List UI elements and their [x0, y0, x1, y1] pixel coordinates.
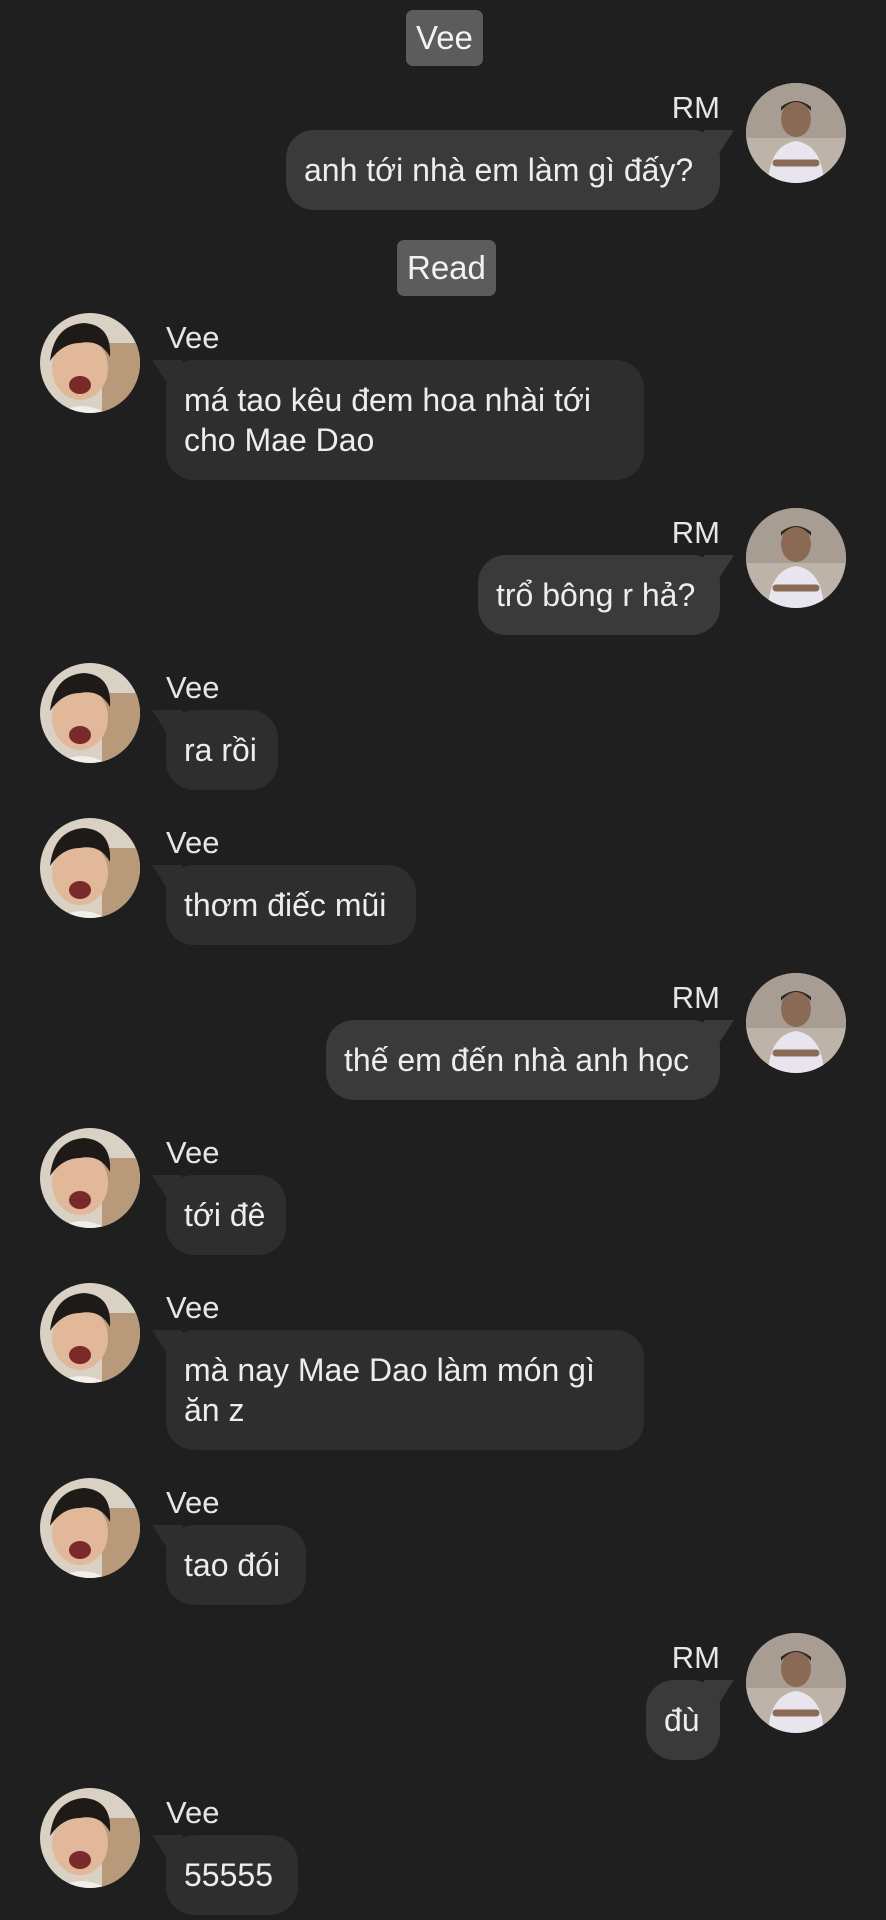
avatar-rm[interactable]	[746, 508, 846, 608]
sender-name: RM	[671, 515, 720, 550]
message-bubble-incoming[interactable]: ra rồi	[166, 710, 278, 790]
avatar-vee[interactable]	[40, 1128, 140, 1228]
message-bubble-outgoing[interactable]: trổ bông r hả?	[478, 555, 720, 635]
sender-name: RM	[671, 90, 720, 125]
avatar-rm[interactable]	[746, 1633, 846, 1733]
message-bubble-incoming[interactable]: thơm điếc mũi	[166, 865, 416, 945]
read-receipt-pill: Read	[397, 240, 496, 296]
person-portrait-icon	[746, 83, 846, 183]
message-bubble-outgoing[interactable]: thế em đến nhà anh học	[326, 1020, 720, 1100]
avatar-vee[interactable]	[40, 1478, 140, 1578]
avatar-vee[interactable]	[40, 663, 140, 763]
message-bubble-outgoing[interactable]: anh tới nhà em làm gì đấy?	[286, 130, 720, 210]
sender-name: RM	[671, 980, 720, 1015]
message-bubble-incoming[interactable]: tới đê	[166, 1175, 286, 1255]
avatar-vee[interactable]	[40, 818, 140, 918]
sender-name: Vee	[166, 1290, 220, 1325]
sender-name: Vee	[166, 320, 220, 355]
message-bubble-incoming[interactable]: má tao kêu đem hoa nhài tới cho Mae Dao	[166, 360, 644, 480]
message-bubble-outgoing[interactable]: đù	[646, 1680, 720, 1760]
sender-name: Vee	[166, 1135, 220, 1170]
avatar-rm[interactable]	[746, 83, 846, 183]
message-bubble-incoming[interactable]: tao đói	[166, 1525, 306, 1605]
person-selfie-icon	[40, 1283, 140, 1383]
avatar-vee[interactable]	[40, 313, 140, 413]
person-portrait-icon	[746, 508, 846, 608]
chat-title-pill[interactable]: Vee	[406, 10, 483, 66]
person-selfie-icon	[40, 818, 140, 918]
sender-name: Vee	[166, 670, 220, 705]
sender-name: Vee	[166, 825, 220, 860]
avatar-vee[interactable]	[40, 1283, 140, 1383]
avatar-rm[interactable]	[746, 973, 846, 1073]
person-selfie-icon	[40, 313, 140, 413]
sender-name: Vee	[166, 1795, 220, 1830]
person-portrait-icon	[746, 1633, 846, 1733]
person-selfie-icon	[40, 663, 140, 763]
sender-name: Vee	[166, 1485, 220, 1520]
person-selfie-icon	[40, 1788, 140, 1888]
person-selfie-icon	[40, 1478, 140, 1578]
avatar-vee[interactable]	[40, 1788, 140, 1888]
person-portrait-icon	[746, 973, 846, 1073]
message-bubble-incoming[interactable]: mà nay Mae Dao làm món gì ăn z	[166, 1330, 644, 1450]
person-selfie-icon	[40, 1128, 140, 1228]
sender-name: RM	[671, 1640, 720, 1675]
message-bubble-incoming[interactable]: 55555	[166, 1835, 298, 1915]
